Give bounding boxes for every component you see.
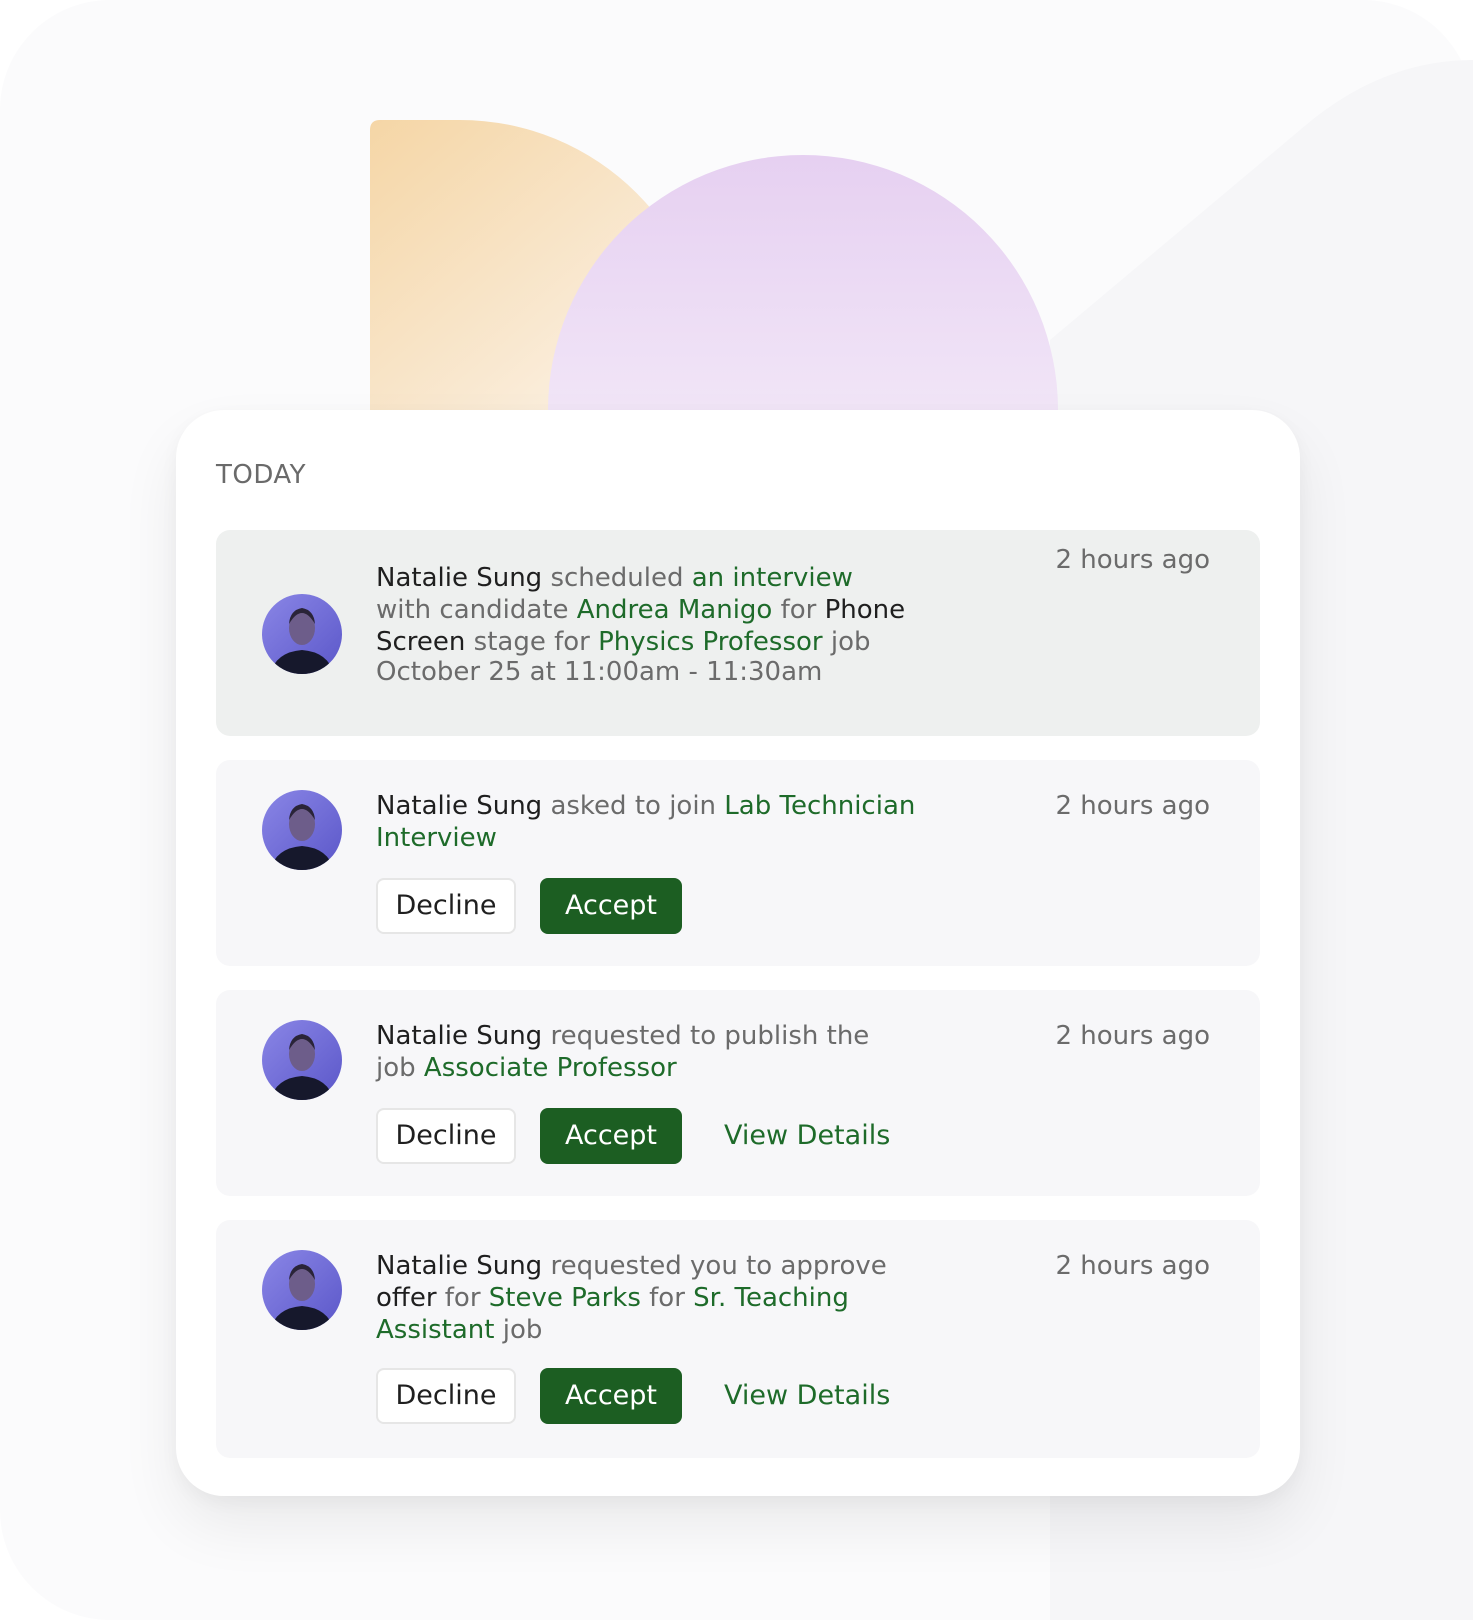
avatar: [262, 594, 342, 674]
avatar-image: [262, 790, 342, 870]
timestamp: 2 hours ago: [1055, 791, 1210, 821]
notification-item[interactable]: Natalie Sung scheduled an interview with…: [216, 530, 1260, 736]
job-link[interactable]: Associate Professor: [424, 1053, 677, 1083]
view-details-button[interactable]: View Details: [724, 1368, 894, 1424]
stage: TODAY Natalie Sung scheduled an intervie…: [0, 0, 1473, 1620]
timestamp: 2 hours ago: [1055, 545, 1210, 575]
decline-button[interactable]: Decline: [376, 1108, 516, 1164]
accept-button[interactable]: Accept: [540, 878, 682, 934]
actor-name[interactable]: Natalie Sung: [376, 1251, 542, 1281]
accept-button[interactable]: Accept: [540, 1368, 682, 1424]
job-link[interactable]: Physics Professor: [598, 627, 823, 657]
offer-label: offer: [376, 1283, 437, 1313]
candidate-link[interactable]: Steve Parks: [489, 1283, 641, 1313]
notification-message: Natalie Sung asked to join Lab Technicia…: [376, 791, 916, 853]
actor-name[interactable]: Natalie Sung: [376, 1021, 542, 1051]
actor-name[interactable]: Natalie Sung: [376, 791, 542, 821]
decorative-shapes: [370, 120, 1058, 410]
avatar-image: [262, 1250, 342, 1330]
notification-item[interactable]: Natalie Sung requested to publish the jo…: [216, 990, 1260, 1196]
avatar-image: [262, 1020, 342, 1100]
actor-name[interactable]: Natalie Sung: [376, 563, 542, 593]
timestamp: 2 hours ago: [1055, 1251, 1210, 1281]
notification-message: Natalie Sung requested to publish the jo…: [376, 1021, 870, 1083]
avatar: [262, 1020, 342, 1100]
section-label-today: TODAY: [216, 460, 307, 490]
avatar: [262, 790, 342, 870]
avatar: [262, 1250, 342, 1330]
notification-item[interactable]: Natalie Sung asked to join Lab Technicia…: [216, 760, 1260, 966]
accept-button[interactable]: Accept: [540, 1108, 682, 1164]
notification-message: Natalie Sung scheduled an interview with…: [376, 563, 906, 657]
timestamp: 2 hours ago: [1055, 1021, 1210, 1051]
notification-item[interactable]: Natalie Sung requested you to approve of…: [216, 1220, 1260, 1458]
interview-datetime: October 25 at 11:00am - 11:30am: [376, 657, 823, 687]
decline-button[interactable]: Decline: [376, 1368, 516, 1424]
view-details-button[interactable]: View Details: [724, 1108, 894, 1164]
interview-link[interactable]: an interview: [692, 563, 853, 593]
notification-message: Natalie Sung requested you to approve of…: [376, 1251, 887, 1345]
candidate-link[interactable]: Andrea Manigo: [577, 595, 773, 625]
decline-button[interactable]: Decline: [376, 878, 516, 934]
avatar-image: [262, 594, 342, 674]
